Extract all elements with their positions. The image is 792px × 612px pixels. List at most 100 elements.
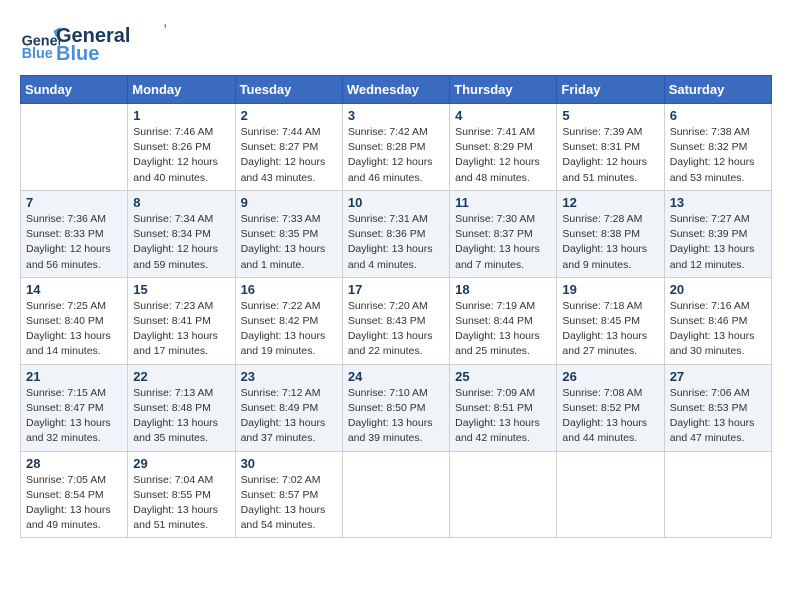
day-number: 12: [562, 195, 658, 210]
header-tuesday: Tuesday: [235, 76, 342, 104]
calendar-cell: 13 Sunrise: 7:27 AM Sunset: 8:39 PM Dayli…: [664, 190, 771, 277]
header-thursday: Thursday: [450, 76, 557, 104]
day-info: Sunrise: 7:30 AM Sunset: 8:37 PM Dayligh…: [455, 212, 551, 273]
day-info: Sunrise: 7:06 AM Sunset: 8:53 PM Dayligh…: [670, 386, 766, 447]
day-number: 24: [348, 369, 444, 384]
day-number: 14: [26, 282, 122, 297]
calendar-cell: 23 Sunrise: 7:12 AM Sunset: 8:49 PM Dayli…: [235, 364, 342, 451]
day-info: Sunrise: 7:20 AM Sunset: 8:43 PM Dayligh…: [348, 299, 444, 360]
day-info: Sunrise: 7:19 AM Sunset: 8:44 PM Dayligh…: [455, 299, 551, 360]
day-info: Sunrise: 7:08 AM Sunset: 8:52 PM Dayligh…: [562, 386, 658, 447]
calendar-cell: 9 Sunrise: 7:33 AM Sunset: 8:35 PM Daylig…: [235, 190, 342, 277]
day-info: Sunrise: 7:38 AM Sunset: 8:32 PM Dayligh…: [670, 125, 766, 186]
day-number: 23: [241, 369, 337, 384]
day-number: 29: [133, 456, 229, 471]
calendar-cell: 27Sunrise: 7:06 AM Sunset: 8:53 PM Dayli…: [664, 364, 771, 451]
day-number: 19: [562, 282, 658, 297]
day-number: 30: [241, 456, 337, 471]
day-info: Sunrise: 7:33 AM Sunset: 8:35 PM Dayligh…: [241, 212, 337, 273]
day-info: Sunrise: 7:02 AM Sunset: 8:57 PM Dayligh…: [241, 473, 337, 534]
day-info: Sunrise: 7:41 AM Sunset: 8:29 PM Dayligh…: [455, 125, 551, 186]
day-number: 17: [348, 282, 444, 297]
calendar-cell: 10 Sunrise: 7:31 AM Sunset: 8:36 PM Dayli…: [342, 190, 449, 277]
day-number: 5: [562, 108, 658, 123]
day-number: 11: [455, 195, 551, 210]
day-info: Sunrise: 7:05 AM Sunset: 8:54 PM Dayligh…: [26, 473, 122, 534]
calendar-cell: [450, 451, 557, 538]
day-info: Sunrise: 7:16 AM Sunset: 8:46 PM Dayligh…: [670, 299, 766, 360]
day-number: 22: [133, 369, 229, 384]
day-info: Sunrise: 7:10 AM Sunset: 8:50 PM Dayligh…: [348, 386, 444, 447]
calendar-table: SundayMondayTuesdayWednesdayThursdayFrid…: [20, 75, 772, 538]
calendar-cell: 30 Sunrise: 7:02 AM Sunset: 8:57 PM Dayli…: [235, 451, 342, 538]
day-info: Sunrise: 7:13 AM Sunset: 8:48 PM Dayligh…: [133, 386, 229, 447]
header-wednesday: Wednesday: [342, 76, 449, 104]
day-number: 28: [26, 456, 122, 471]
calendar-cell: 3 Sunrise: 7:42 AM Sunset: 8:28 PM Daylig…: [342, 104, 449, 191]
day-info: Sunrise: 7:36 AM Sunset: 8:33 PM Dayligh…: [26, 212, 122, 273]
day-number: 16: [241, 282, 337, 297]
day-number: 10: [348, 195, 444, 210]
day-info: Sunrise: 7:44 AM Sunset: 8:27 PM Dayligh…: [241, 125, 337, 186]
calendar-cell: 1 Sunrise: 7:46 AM Sunset: 8:26 PM Daylig…: [128, 104, 235, 191]
day-number: 21: [26, 369, 122, 384]
calendar-cell: 4 Sunrise: 7:41 AM Sunset: 8:29 PM Daylig…: [450, 104, 557, 191]
day-info: Sunrise: 7:28 AM Sunset: 8:38 PM Dayligh…: [562, 212, 658, 273]
calendar-cell: [557, 451, 664, 538]
day-info: Sunrise: 7:25 AM Sunset: 8:40 PM Dayligh…: [26, 299, 122, 360]
calendar-cell: 17 Sunrise: 7:20 AM Sunset: 8:43 PM Dayli…: [342, 277, 449, 364]
svg-text:Blue: Blue: [22, 46, 53, 62]
day-info: Sunrise: 7:12 AM Sunset: 8:49 PM Dayligh…: [241, 386, 337, 447]
day-info: Sunrise: 7:27 AM Sunset: 8:39 PM Dayligh…: [670, 212, 766, 273]
day-info: Sunrise: 7:18 AM Sunset: 8:45 PM Dayligh…: [562, 299, 658, 360]
calendar-week-row: 28 Sunrise: 7:05 AM Sunset: 8:54 PM Dayli…: [21, 451, 772, 538]
calendar-week-row: 21 Sunrise: 7:15 AM Sunset: 8:47 PM Dayli…: [21, 364, 772, 451]
calendar-cell: 8 Sunrise: 7:34 AM Sunset: 8:34 PM Daylig…: [128, 190, 235, 277]
logo: General Blue General Blue: [20, 20, 166, 65]
calendar-header-row: SundayMondayTuesdayWednesdayThursdayFrid…: [21, 76, 772, 104]
calendar-week-row: 7 Sunrise: 7:36 AM Sunset: 8:33 PM Daylig…: [21, 190, 772, 277]
calendar-cell: 21 Sunrise: 7:15 AM Sunset: 8:47 PM Dayli…: [21, 364, 128, 451]
calendar-cell: 6 Sunrise: 7:38 AM Sunset: 8:32 PM Daylig…: [664, 104, 771, 191]
day-number: 6: [670, 108, 766, 123]
day-info: Sunrise: 7:22 AM Sunset: 8:42 PM Dayligh…: [241, 299, 337, 360]
day-number: 8: [133, 195, 229, 210]
logo-icon: General Blue: [20, 23, 60, 63]
day-info: Sunrise: 7:46 AM Sunset: 8:26 PM Dayligh…: [133, 125, 229, 186]
day-number: 2: [241, 108, 337, 123]
calendar-cell: 7 Sunrise: 7:36 AM Sunset: 8:33 PM Daylig…: [21, 190, 128, 277]
calendar-week-row: 1 Sunrise: 7:46 AM Sunset: 8:26 PM Daylig…: [21, 104, 772, 191]
day-info: Sunrise: 7:23 AM Sunset: 8:41 PM Dayligh…: [133, 299, 229, 360]
header-saturday: Saturday: [664, 76, 771, 104]
day-number: 9: [241, 195, 337, 210]
calendar-cell: 14 Sunrise: 7:25 AM Sunset: 8:40 PM Dayli…: [21, 277, 128, 364]
calendar-cell: 20 Sunrise: 7:16 AM Sunset: 8:46 PM Dayli…: [664, 277, 771, 364]
calendar-cell: 29Sunrise: 7:04 AM Sunset: 8:55 PM Dayli…: [128, 451, 235, 538]
day-number: 18: [455, 282, 551, 297]
calendar-cell: [21, 104, 128, 191]
calendar-cell: 11 Sunrise: 7:30 AM Sunset: 8:37 PM Dayli…: [450, 190, 557, 277]
day-info: Sunrise: 7:39 AM Sunset: 8:31 PM Dayligh…: [562, 125, 658, 186]
page-header: General Blue General Blue: [20, 20, 772, 65]
calendar-cell: [664, 451, 771, 538]
day-number: 3: [348, 108, 444, 123]
calendar-cell: 25Sunrise: 7:09 AM Sunset: 8:51 PM Dayli…: [450, 364, 557, 451]
day-number: 13: [670, 195, 766, 210]
day-info: Sunrise: 7:34 AM Sunset: 8:34 PM Dayligh…: [133, 212, 229, 273]
calendar-cell: 18 Sunrise: 7:19 AM Sunset: 8:44 PM Dayli…: [450, 277, 557, 364]
calendar-cell: 26Sunrise: 7:08 AM Sunset: 8:52 PM Dayli…: [557, 364, 664, 451]
day-number: 20: [670, 282, 766, 297]
header-monday: Monday: [128, 76, 235, 104]
day-info: Sunrise: 7:42 AM Sunset: 8:28 PM Dayligh…: [348, 125, 444, 186]
calendar-cell: 24 Sunrise: 7:10 AM Sunset: 8:50 PM Dayli…: [342, 364, 449, 451]
day-info: Sunrise: 7:15 AM Sunset: 8:47 PM Dayligh…: [26, 386, 122, 447]
calendar-cell: 22 Sunrise: 7:13 AM Sunset: 8:48 PM Dayli…: [128, 364, 235, 451]
day-number: 7: [26, 195, 122, 210]
day-number: 25: [455, 369, 551, 384]
header-friday: Friday: [557, 76, 664, 104]
day-info: Sunrise: 7:31 AM Sunset: 8:36 PM Dayligh…: [348, 212, 444, 273]
day-number: 1: [133, 108, 229, 123]
calendar-week-row: 14 Sunrise: 7:25 AM Sunset: 8:40 PM Dayli…: [21, 277, 772, 364]
day-number: 4: [455, 108, 551, 123]
calendar-cell: 16 Sunrise: 7:22 AM Sunset: 8:42 PM Dayli…: [235, 277, 342, 364]
